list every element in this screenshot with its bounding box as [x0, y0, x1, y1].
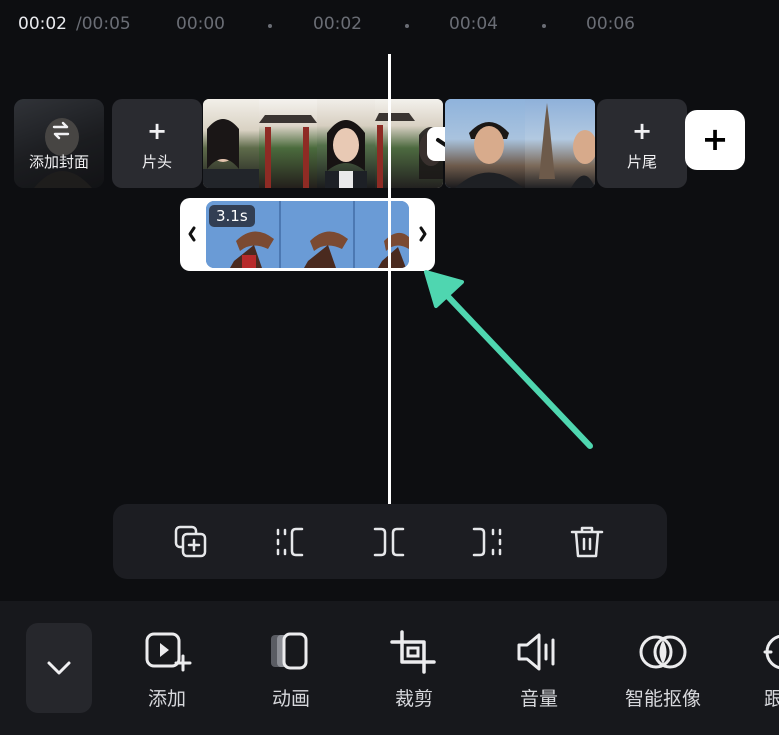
overlay-frames: 3.1s	[206, 201, 409, 268]
plus-icon: +	[701, 120, 729, 158]
tab-volume[interactable]: 音量	[484, 628, 594, 711]
cover-thumbnail	[14, 99, 104, 188]
tick-label: 00:06	[586, 14, 635, 34]
tab-label: 音量	[519, 688, 558, 710]
add-intro-button[interactable]: + 片头	[112, 99, 202, 188]
clip-frame	[259, 99, 317, 188]
swap-icon	[52, 121, 70, 140]
trim-handle-right[interactable]	[411, 212, 435, 256]
total-time: /00:05	[76, 14, 131, 34]
tab-animation[interactable]: 动画	[236, 628, 346, 711]
time-ruler: 00:02 /00:05 00:00 00:02 00:04 00:06	[0, 0, 779, 50]
delete-button[interactable]	[567, 522, 607, 562]
tab-label: 裁剪	[394, 688, 433, 710]
intro-label: 片头	[141, 153, 172, 171]
overlay-clip[interactable]: 3.1s	[180, 198, 435, 271]
split-right-icon	[472, 527, 502, 557]
video-add-icon	[145, 632, 192, 672]
outro-label: 片尾	[626, 153, 657, 171]
tick-dot	[268, 24, 272, 28]
chevron-left-icon	[188, 226, 196, 242]
add-cover-label: 添加封面	[28, 153, 89, 171]
plus-icon: +	[631, 117, 653, 145]
current-time: 00:02	[18, 14, 67, 34]
clip-frame	[203, 99, 259, 188]
smart-cutout-icon	[639, 635, 687, 669]
tab-track[interactable]: 跟	[755, 628, 779, 718]
add-outro-button[interactable]: + 片尾	[597, 99, 687, 188]
tick-label: 00:02	[313, 14, 362, 34]
tab-crop[interactable]: 裁剪	[359, 628, 469, 711]
copy-add-icon	[174, 525, 207, 558]
split-button[interactable]	[369, 522, 409, 562]
add-clip-button[interactable]: +	[685, 110, 745, 170]
tab-add[interactable]: 添加	[112, 628, 222, 711]
chevron-down-icon	[47, 661, 71, 675]
annotation-arrow	[424, 270, 593, 449]
track-icon	[763, 634, 779, 670]
clip-duration-badge: 3.1s	[209, 205, 255, 227]
clip-frame	[525, 99, 595, 188]
tab-label: 动画	[271, 688, 310, 710]
crop-icon	[390, 630, 436, 674]
edit-toolbar	[113, 504, 667, 579]
copy-add-button[interactable]	[171, 522, 211, 562]
volume-icon	[517, 633, 555, 671]
tab-label: 跟	[764, 688, 779, 710]
tab-smart-cutout[interactable]: 智能抠像	[608, 628, 718, 711]
video-clip-1[interactable]	[203, 99, 443, 188]
split-left-icon	[276, 527, 304, 557]
tick-dot	[542, 24, 546, 28]
plus-icon: +	[146, 117, 168, 145]
clip-frame	[445, 99, 525, 188]
split-right-button[interactable]	[468, 522, 508, 562]
playhead[interactable]	[388, 54, 391, 504]
split-left-button[interactable]	[270, 522, 310, 562]
split-icon	[373, 527, 405, 557]
tab-label: 智能抠像	[624, 688, 701, 710]
collapse-button[interactable]	[26, 623, 92, 713]
animation-icon	[271, 632, 308, 670]
trash-icon	[570, 526, 604, 558]
chevron-right-icon	[419, 226, 427, 242]
tick-label: 00:00	[176, 14, 225, 34]
add-cover-button[interactable]: 添加封面	[14, 99, 104, 188]
trim-handle-left[interactable]	[180, 212, 204, 256]
tab-label: 添加	[147, 688, 186, 710]
tick-label: 00:04	[449, 14, 498, 34]
tick-dot	[405, 24, 409, 28]
clip-frame	[317, 99, 375, 188]
video-clip-2[interactable]	[445, 99, 595, 188]
